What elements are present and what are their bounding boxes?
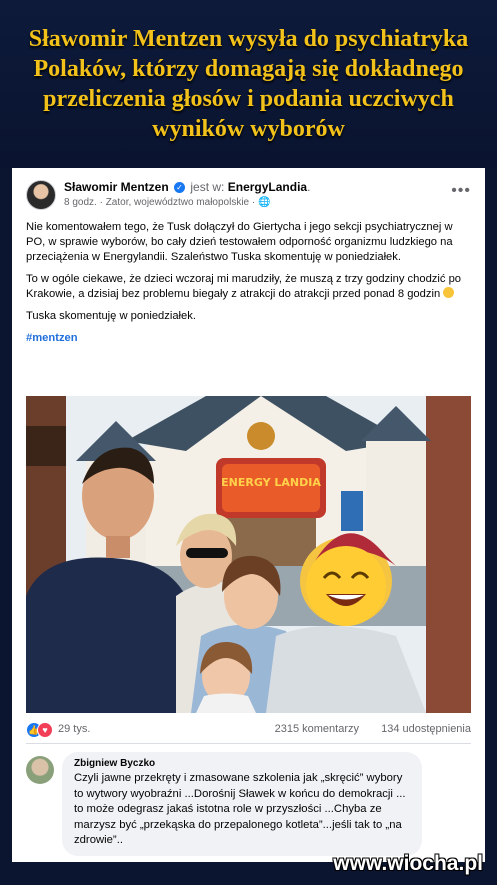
post-paragraph: To w ogóle ciekawe, że dzieci wczoraj mi… <box>26 273 462 300</box>
author-line: Sławomir Mentzen ✓ jest w: EnergyLandia. <box>64 180 311 194</box>
reactions-row: 👍 ♥ 29 tys. 2315 komentarzy 134 udostępn… <box>26 720 471 740</box>
site-watermark: www.wiocha.pl <box>333 852 483 875</box>
post-text: Nie komentowałem tego, że Tusk dołączył … <box>26 220 471 353</box>
comments-count[interactable]: 2315 komentarzy <box>275 723 359 735</box>
headline-banner: Sławomir Mentzen wysyła do psychiatryka … <box>0 0 497 168</box>
location-link[interactable]: EnergyLandia <box>228 180 307 194</box>
more-options-button[interactable]: ••• <box>451 182 471 200</box>
globe-icon: 🌐 <box>258 197 271 208</box>
post-photo[interactable]: ENERGY LANDIA <box>26 396 471 713</box>
post-meta: 8 godz. · Zator, województwo małopolskie… <box>64 197 271 208</box>
post-place-detail[interactable]: Zator, województwo małopolskie <box>106 197 249 208</box>
facebook-post-card: Sławomir Mentzen ✓ jest w: EnergyLandia.… <box>12 168 485 862</box>
is-at-label: jest w: <box>190 180 225 194</box>
love-reaction-icon[interactable]: ♥ <box>37 722 53 738</box>
reactions-count[interactable]: 29 tys. <box>58 723 90 735</box>
verified-badge-icon: ✓ <box>174 182 186 193</box>
family-photo-illustration: ENERGY LANDIA <box>26 396 471 713</box>
author-name[interactable]: Sławomir Mentzen <box>64 180 169 194</box>
comment-bubble: Zbigniew Byczko Czyli jawne przekręty i … <box>62 752 422 856</box>
post-paragraph: Tuska skomentuję w poniedziałek. <box>26 310 196 322</box>
post-paragraph: Nie komentowałem tego, że Tusk dołączył … <box>26 221 453 263</box>
headline-text: Sławomir Mentzen wysyła do psychiatryka … <box>28 26 469 142</box>
post-header: Sławomir Mentzen ✓ jest w: EnergyLandia.… <box>26 178 471 214</box>
shares-count[interactable]: 134 udostępnienia <box>381 723 471 735</box>
comment-text: Czyli jawne przekręty i zmasowane szkole… <box>74 772 406 846</box>
post-time[interactable]: 8 godz. <box>64 197 97 208</box>
commenter-name[interactable]: Zbigniew Byczko <box>74 758 410 769</box>
author-avatar[interactable] <box>26 180 56 210</box>
comment-item: Zbigniew Byczko Czyli jawne przekręty i … <box>26 752 471 856</box>
commenter-avatar[interactable] <box>26 756 54 784</box>
photo-sign-text: ENERGY LANDIA <box>221 476 321 489</box>
divider <box>26 743 471 744</box>
smile-emoji-icon <box>443 287 455 298</box>
hashtag-link[interactable]: #mentzen <box>26 332 78 344</box>
